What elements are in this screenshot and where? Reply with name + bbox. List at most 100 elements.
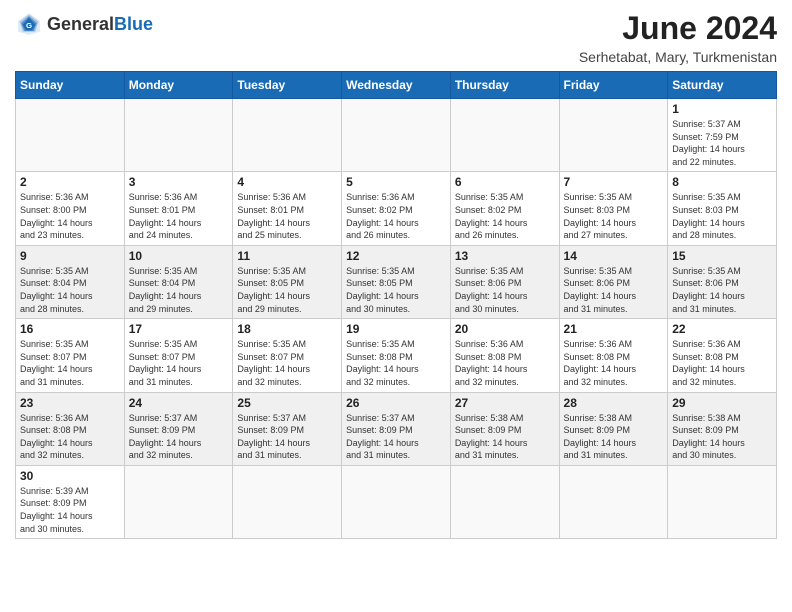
day-number: 25 — [237, 396, 337, 410]
calendar-day-cell: 11 Sunrise: 5:35 AM Sunset: 8:05 PM Dayli… — [233, 245, 342, 318]
calendar-day-cell: 10 Sunrise: 5:35 AM Sunset: 8:04 PM Dayli… — [124, 245, 233, 318]
calendar-day-cell — [342, 99, 451, 172]
day-number: 10 — [129, 249, 229, 263]
day-info: Sunrise: 5:38 AM Sunset: 8:09 PM Dayligh… — [672, 412, 772, 462]
calendar-day-cell: 4 Sunrise: 5:36 AM Sunset: 8:01 PM Daylig… — [233, 172, 342, 245]
calendar-day-cell — [233, 465, 342, 538]
calendar-day-cell: 27 Sunrise: 5:38 AM Sunset: 8:09 PM Dayli… — [450, 392, 559, 465]
calendar-day-cell: 1 Sunrise: 5:37 AM Sunset: 7:59 PM Daylig… — [668, 99, 777, 172]
day-number: 8 — [672, 175, 772, 189]
calendar-day-cell: 17 Sunrise: 5:35 AM Sunset: 8:07 PM Dayli… — [124, 319, 233, 392]
column-header-friday: Friday — [559, 72, 668, 99]
day-info: Sunrise: 5:35 AM Sunset: 8:07 PM Dayligh… — [20, 338, 120, 388]
day-number: 2 — [20, 175, 120, 189]
day-number: 29 — [672, 396, 772, 410]
day-info: Sunrise: 5:36 AM Sunset: 8:08 PM Dayligh… — [564, 338, 664, 388]
day-info: Sunrise: 5:35 AM Sunset: 8:06 PM Dayligh… — [455, 265, 555, 315]
day-number: 26 — [346, 396, 446, 410]
day-info: Sunrise: 5:36 AM Sunset: 8:08 PM Dayligh… — [455, 338, 555, 388]
calendar-day-cell — [233, 99, 342, 172]
calendar-day-cell: 21Sunrise: 5:36 AM Sunset: 8:08 PM Dayli… — [559, 319, 668, 392]
calendar-day-cell: 20 Sunrise: 5:36 AM Sunset: 8:08 PM Dayli… — [450, 319, 559, 392]
calendar-day-cell: 26 Sunrise: 5:37 AM Sunset: 8:09 PM Dayli… — [342, 392, 451, 465]
column-header-saturday: Saturday — [668, 72, 777, 99]
calendar-day-cell — [450, 465, 559, 538]
day-number: 5 — [346, 175, 446, 189]
calendar-week-row: 9 Sunrise: 5:35 AM Sunset: 8:04 PM Daylig… — [16, 245, 777, 318]
day-number: 7 — [564, 175, 664, 189]
calendar-day-cell: 24 Sunrise: 5:37 AM Sunset: 8:09 PM Dayli… — [124, 392, 233, 465]
day-info: Sunrise: 5:36 AM Sunset: 8:00 PM Dayligh… — [20, 191, 120, 241]
day-info: Sunrise: 5:37 AM Sunset: 8:09 PM Dayligh… — [237, 412, 337, 462]
calendar-day-cell: 16Sunrise: 5:35 AM Sunset: 8:07 PM Dayli… — [16, 319, 125, 392]
day-info: Sunrise: 5:35 AM Sunset: 8:04 PM Dayligh… — [129, 265, 229, 315]
calendar-day-cell — [124, 99, 233, 172]
calendar-day-cell — [16, 99, 125, 172]
column-header-monday: Monday — [124, 72, 233, 99]
day-info: Sunrise: 5:37 AM Sunset: 8:09 PM Dayligh… — [129, 412, 229, 462]
calendar-day-cell: 25 Sunrise: 5:37 AM Sunset: 8:09 PM Dayli… — [233, 392, 342, 465]
calendar-day-cell — [559, 465, 668, 538]
day-info: Sunrise: 5:35 AM Sunset: 8:08 PM Dayligh… — [346, 338, 446, 388]
calendar-week-row: 23 Sunrise: 5:36 AM Sunset: 8:08 PM Dayli… — [16, 392, 777, 465]
day-info: Sunrise: 5:35 AM Sunset: 8:03 PM Dayligh… — [672, 191, 772, 241]
calendar-day-cell: 18Sunrise: 5:35 AM Sunset: 8:07 PM Dayli… — [233, 319, 342, 392]
day-info: Sunrise: 5:35 AM Sunset: 8:06 PM Dayligh… — [564, 265, 664, 315]
calendar-day-cell: 13 Sunrise: 5:35 AM Sunset: 8:06 PM Dayli… — [450, 245, 559, 318]
column-header-sunday: Sunday — [16, 72, 125, 99]
svg-text:G: G — [26, 21, 32, 30]
calendar-table: SundayMondayTuesdayWednesdayThursdayFrid… — [15, 71, 777, 539]
day-number: 27 — [455, 396, 555, 410]
day-number: 17 — [129, 322, 229, 336]
calendar-week-row: 2 Sunrise: 5:36 AM Sunset: 8:00 PM Daylig… — [16, 172, 777, 245]
column-header-thursday: Thursday — [450, 72, 559, 99]
calendar-day-cell — [124, 465, 233, 538]
calendar-day-cell: 30Sunrise: 5:39 AM Sunset: 8:09 PM Dayli… — [16, 465, 125, 538]
day-number: 23 — [20, 396, 120, 410]
day-info: Sunrise: 5:36 AM Sunset: 8:02 PM Dayligh… — [346, 191, 446, 241]
day-info: Sunrise: 5:36 AM Sunset: 8:01 PM Dayligh… — [237, 191, 337, 241]
day-number: 6 — [455, 175, 555, 189]
day-info: Sunrise: 5:36 AM Sunset: 8:08 PM Dayligh… — [672, 338, 772, 388]
day-info: Sunrise: 5:37 AM Sunset: 8:09 PM Dayligh… — [346, 412, 446, 462]
day-info: Sunrise: 5:36 AM Sunset: 8:08 PM Dayligh… — [20, 412, 120, 462]
day-number: 30 — [20, 469, 120, 483]
calendar-day-cell: 8 Sunrise: 5:35 AM Sunset: 8:03 PM Daylig… — [668, 172, 777, 245]
calendar-day-cell: 2 Sunrise: 5:36 AM Sunset: 8:00 PM Daylig… — [16, 172, 125, 245]
calendar-day-cell — [559, 99, 668, 172]
day-info: Sunrise: 5:35 AM Sunset: 8:07 PM Dayligh… — [129, 338, 229, 388]
month-year-title: June 2024 — [579, 10, 777, 47]
day-info: Sunrise: 5:35 AM Sunset: 8:06 PM Dayligh… — [672, 265, 772, 315]
day-number: 9 — [20, 249, 120, 263]
day-info: Sunrise: 5:35 AM Sunset: 8:04 PM Dayligh… — [20, 265, 120, 315]
day-number: 13 — [455, 249, 555, 263]
day-info: Sunrise: 5:35 AM Sunset: 8:05 PM Dayligh… — [237, 265, 337, 315]
day-number: 4 — [237, 175, 337, 189]
day-number: 11 — [237, 249, 337, 263]
column-header-wednesday: Wednesday — [342, 72, 451, 99]
day-number: 3 — [129, 175, 229, 189]
day-number: 20 — [455, 322, 555, 336]
calendar-day-cell: 7 Sunrise: 5:35 AM Sunset: 8:03 PM Daylig… — [559, 172, 668, 245]
day-info: Sunrise: 5:38 AM Sunset: 8:09 PM Dayligh… — [564, 412, 664, 462]
day-info: Sunrise: 5:35 AM Sunset: 8:05 PM Dayligh… — [346, 265, 446, 315]
calendar-day-cell: 12Sunrise: 5:35 AM Sunset: 8:05 PM Dayli… — [342, 245, 451, 318]
column-header-tuesday: Tuesday — [233, 72, 342, 99]
day-info: Sunrise: 5:37 AM Sunset: 7:59 PM Dayligh… — [672, 118, 772, 168]
calendar-day-cell: 22Sunrise: 5:36 AM Sunset: 8:08 PM Dayli… — [668, 319, 777, 392]
day-number: 1 — [672, 102, 772, 116]
day-number: 15 — [672, 249, 772, 263]
day-info: Sunrise: 5:38 AM Sunset: 8:09 PM Dayligh… — [455, 412, 555, 462]
calendar-day-cell: 5 Sunrise: 5:36 AM Sunset: 8:02 PM Daylig… — [342, 172, 451, 245]
title-block: June 2024 Serhetabat, Mary, Turkmenistan — [579, 10, 777, 65]
day-number: 24 — [129, 396, 229, 410]
calendar-header-row: SundayMondayTuesdayWednesdayThursdayFrid… — [16, 72, 777, 99]
logo-icon: G — [15, 10, 43, 38]
day-number: 19 — [346, 322, 446, 336]
location-subtitle: Serhetabat, Mary, Turkmenistan — [579, 49, 777, 65]
day-info: Sunrise: 5:35 AM Sunset: 8:03 PM Dayligh… — [564, 191, 664, 241]
calendar-week-row: 16Sunrise: 5:35 AM Sunset: 8:07 PM Dayli… — [16, 319, 777, 392]
day-number: 14 — [564, 249, 664, 263]
calendar-day-cell — [450, 99, 559, 172]
calendar-day-cell: 6Sunrise: 5:35 AM Sunset: 8:02 PM Daylig… — [450, 172, 559, 245]
